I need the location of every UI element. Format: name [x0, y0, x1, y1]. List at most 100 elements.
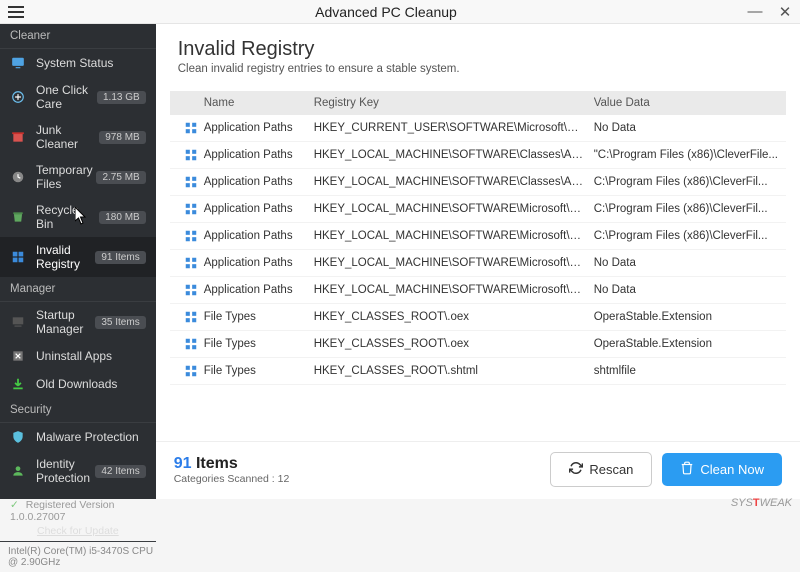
cell-value: OperaStable.Extension [594, 311, 778, 323]
col-key-header[interactable]: Registry Key [314, 97, 594, 109]
sidebar-item-label: Uninstall Apps [36, 349, 146, 363]
cell-key: HKEY_CLASSES_ROOT\.shtml [314, 365, 594, 377]
sidebar-item-label: One Click Care [36, 83, 97, 111]
cell-key: HKEY_LOCAL_MACHINE\SOFTWARE\Microsoft\Wi… [314, 284, 594, 296]
table-row[interactable]: Application PathsHKEY_LOCAL_MACHINE\SOFT… [170, 250, 786, 277]
cell-name: Application Paths [204, 176, 314, 188]
app-title: Advanced PC Cleanup [32, 4, 740, 20]
minimize-button[interactable]: — [740, 0, 770, 24]
sidebar: Cleaner System Status One Click Care1.13 G… [0, 24, 156, 499]
sidebar-section-header: Cleaner [0, 24, 156, 49]
registry-icon [178, 148, 204, 162]
sidebar-item-label: Startup Manager [36, 308, 95, 336]
registry-icon [178, 283, 204, 297]
sidebar-footer: ✓ Registered Version 1.0.0.27007 Check f… [0, 491, 156, 541]
sidebar-item-badge: 35 Items [95, 316, 145, 329]
page-title: Invalid Registry [178, 38, 778, 61]
junk-icon [10, 129, 26, 145]
titlebar: Advanced PC Cleanup — ✕ [0, 0, 800, 24]
cell-value: No Data [594, 122, 778, 134]
cell-name: File Types [204, 365, 314, 377]
cell-key: HKEY_LOCAL_MACHINE\SOFTWARE\Classes\Appl… [314, 149, 594, 161]
sidebar-item-label: Recycle Bin [36, 203, 99, 231]
cell-key: HKEY_LOCAL_MACHINE\SOFTWARE\Microsoft\Wi… [314, 230, 594, 242]
cell-name: Application Paths [204, 149, 314, 161]
registry-icon [178, 310, 204, 324]
uninstall-icon [10, 348, 26, 364]
check-update-link[interactable]: Check for Update [10, 525, 146, 537]
sidebar-item-badge: 91 Items [95, 251, 145, 264]
sidebar-section-header: Security [0, 398, 156, 423]
clean-now-button[interactable]: Clean Now [662, 453, 782, 486]
cell-value: No Data [594, 257, 778, 269]
registry-icon [178, 121, 204, 135]
page-subtitle: Clean invalid registry entries to ensure… [178, 63, 778, 75]
cell-value: C:\Program Files (x86)\CleverFil... [594, 230, 778, 242]
cell-key: HKEY_LOCAL_MACHINE\SOFTWARE\Microsoft\Wi… [314, 203, 594, 215]
registered-text: ✓ Registered Version 1.0.0.27007 [10, 499, 146, 523]
watermark: SYSTWEAK [731, 497, 792, 509]
cpu-info: Intel(R) Core(TM) i5-3470S CPU @ 2.90GHz [0, 541, 156, 572]
table-row[interactable]: Application PathsHKEY_LOCAL_MACHINE\SOFT… [170, 142, 786, 169]
refresh-icon [569, 461, 583, 478]
registry-icon [178, 337, 204, 351]
cell-key: HKEY_CURRENT_USER\SOFTWARE\Microsoft\Win… [314, 122, 594, 134]
click-icon [10, 89, 26, 105]
cell-name: Application Paths [204, 284, 314, 296]
cell-value: shtmlfile [594, 365, 778, 377]
sidebar-item-badge: 1.13 GB [97, 91, 146, 104]
sidebar-item-invalid-registry[interactable]: Invalid Registry91 Items [0, 237, 156, 277]
cell-name: File Types [204, 338, 314, 350]
sidebar-item-label: Junk Cleaner [36, 123, 99, 151]
registry-icon [178, 202, 204, 216]
cell-name: Application Paths [204, 230, 314, 242]
table-row[interactable]: Application PathsHKEY_CURRENT_USER\SOFTW… [170, 115, 786, 142]
close-button[interactable]: ✕ [770, 0, 800, 24]
categories-scanned: Categories Scanned : 12 [174, 473, 551, 485]
table-row[interactable]: File TypesHKEY_CLASSES_ROOT\.shtmlshtmlf… [170, 358, 786, 385]
startup-icon [10, 314, 26, 330]
trash-icon [680, 461, 694, 478]
sidebar-section-header: Manager [0, 277, 156, 302]
table-row[interactable]: File TypesHKEY_CLASSES_ROOT\.oexOperaSta… [170, 331, 786, 358]
col-name-header[interactable]: Name [204, 97, 314, 109]
sidebar-item-label: System Status [36, 56, 146, 70]
registry-icon [10, 249, 26, 265]
cell-name: Application Paths [204, 122, 314, 134]
cell-value: C:\Program Files (x86)\CleverFil... [594, 203, 778, 215]
col-value-header[interactable]: Value Data [594, 97, 778, 109]
table-header: Name Registry Key Value Data [170, 91, 786, 115]
registry-icon [178, 175, 204, 189]
sidebar-item-uninstall-apps[interactable]: Uninstall Apps [0, 342, 156, 370]
sidebar-item-old-downloads[interactable]: Old Downloads [0, 370, 156, 398]
sidebar-item-label: Invalid Registry [36, 243, 95, 271]
sidebar-item-startup-manager[interactable]: Startup Manager35 Items [0, 302, 156, 342]
table-row[interactable]: File TypesHKEY_CLASSES_ROOT\.oexOperaSta… [170, 304, 786, 331]
sidebar-item-malware-protection[interactable]: Malware Protection [0, 423, 156, 451]
window-controls: — ✕ [740, 0, 800, 24]
cell-value: C:\Program Files (x86)\CleverFil... [594, 176, 778, 188]
sidebar-item-recycle-bin[interactable]: Recycle Bin180 MB [0, 197, 156, 237]
download-icon [10, 376, 26, 392]
sidebar-item-badge: 42 Items [95, 465, 145, 478]
sidebar-item-one-click-care[interactable]: One Click Care1.13 GB [0, 77, 156, 117]
content-pane: Invalid Registry Clean invalid registry … [156, 24, 800, 499]
registry-icon [178, 364, 204, 378]
action-bar: 91 Items Categories Scanned : 12 Rescan … [156, 441, 800, 499]
sidebar-item-badge: 2.75 MB [96, 171, 145, 184]
table-row[interactable]: Application PathsHKEY_LOCAL_MACHINE\SOFT… [170, 223, 786, 250]
table-row[interactable]: Application PathsHKEY_LOCAL_MACHINE\SOFT… [170, 196, 786, 223]
table-row[interactable]: Application PathsHKEY_LOCAL_MACHINE\SOFT… [170, 169, 786, 196]
shield-icon [10, 429, 26, 445]
sidebar-item-temporary-files[interactable]: Temporary Files2.75 MB [0, 157, 156, 197]
rescan-button[interactable]: Rescan [550, 452, 652, 487]
monitor-icon [10, 55, 26, 71]
sidebar-item-label: Temporary Files [36, 163, 96, 191]
sidebar-item-system-status[interactable]: System Status [0, 49, 156, 77]
menu-icon[interactable] [8, 6, 32, 18]
sidebar-item-identity-protection[interactable]: Identity Protection42 Items [0, 451, 156, 491]
table-row[interactable]: Application PathsHKEY_LOCAL_MACHINE\SOFT… [170, 277, 786, 304]
sidebar-item-junk-cleaner[interactable]: Junk Cleaner978 MB [0, 117, 156, 157]
sidebar-item-badge: 180 MB [99, 211, 145, 224]
identity-icon [10, 463, 26, 479]
